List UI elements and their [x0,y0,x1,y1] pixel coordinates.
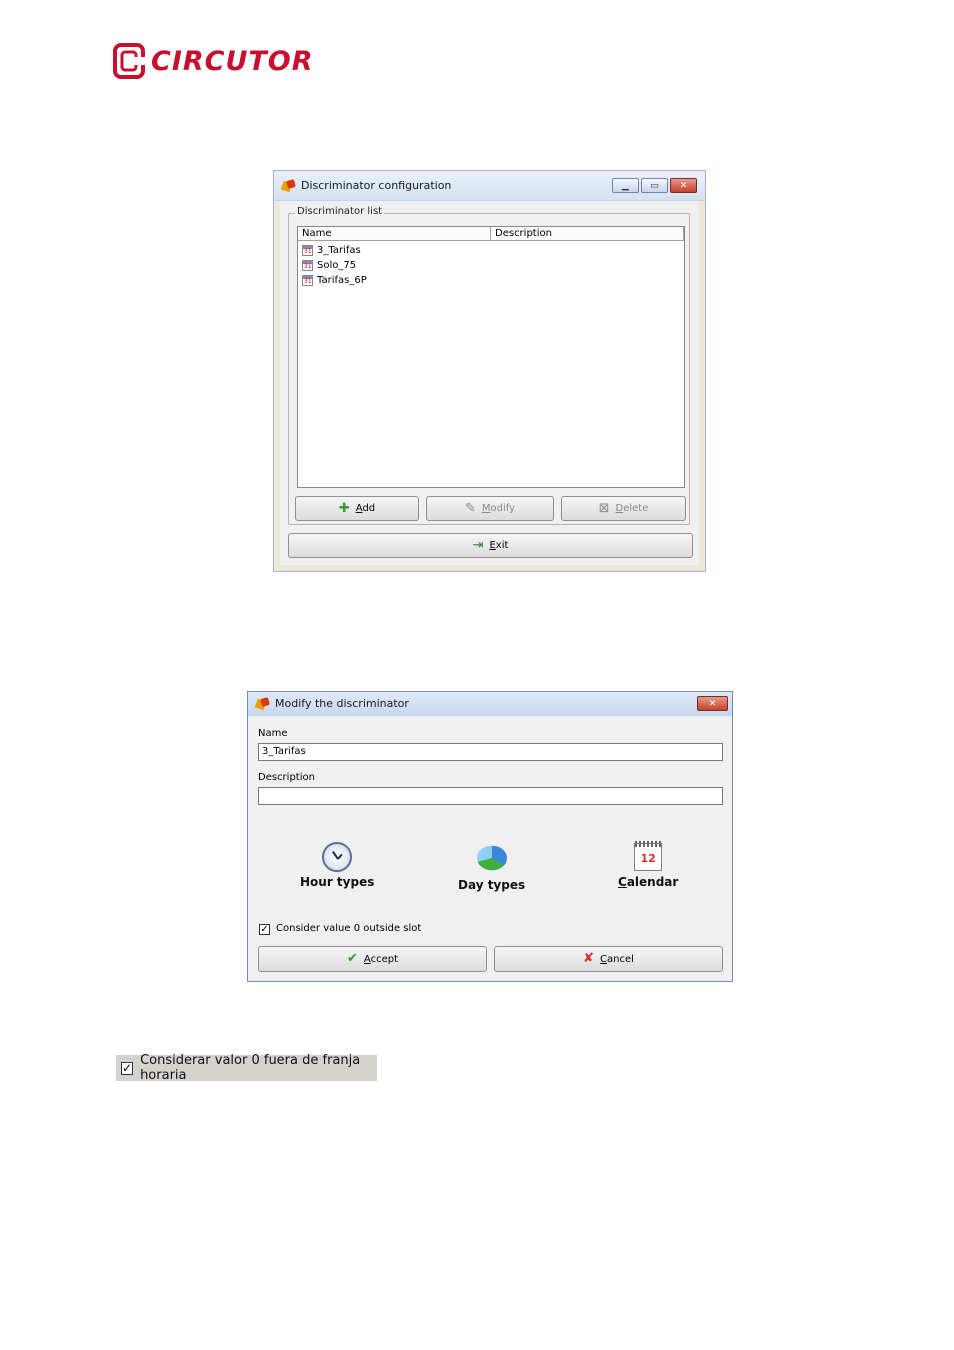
circutor-logo-icon [113,43,147,79]
modify-button[interactable]: ✎ Modify [426,496,554,521]
name-input[interactable]: 3_Tarifas [258,743,723,761]
day-types-button[interactable]: Day types [458,843,525,892]
plus-icon: ✚ [338,500,350,516]
accept-button[interactable]: ✔ Accept [258,946,487,972]
close-button[interactable]: ✕ [670,178,697,193]
name-label: Name [258,728,288,739]
item-name: 3_Tarifas [317,245,361,256]
window-client-area: Discriminator list Name Description 3_Ta… [280,201,699,565]
clock-icon [322,842,353,872]
add-button[interactable]: ✚ Add [295,496,419,521]
modify-discriminator-dialog: Modify the discriminator ✕ Name 3_Tarifa… [247,691,733,982]
dialog-title: Modify the discriminator [275,697,409,710]
list-item[interactable]: Solo_75 [298,258,684,273]
app-icon [256,698,270,710]
description-input[interactable] [258,787,723,805]
group-label: Discriminator list [295,206,385,217]
calendar-icon: 12 [634,841,663,871]
pencil-icon: ✎ [464,500,476,516]
title-bar: Discriminator configuration ▁ ▭ ✕ [274,171,705,201]
description-label: Description [258,772,315,783]
delete-icon: ⊠ [598,500,610,516]
cancel-button[interactable]: ✘ Cancel [494,946,723,972]
app-icon [282,180,296,192]
exit-icon: ⇥ [472,537,484,553]
list-item[interactable]: Tarifas_6P [298,273,684,288]
discriminator-list[interactable]: Name Description 3_Tarifas Solo_75 Tarif… [297,226,685,488]
consider-zero-checkbox[interactable]: ✓ [259,924,270,935]
snippet-label: Considerar valor 0 fuera de franja horar… [140,1053,361,1083]
list-item[interactable]: 3_Tarifas [298,243,684,258]
cross-icon: ✘ [583,951,594,966]
checkmark-icon: ✔ [347,951,358,966]
column-header-name[interactable]: Name [298,227,491,240]
consider-zero-snippet: ✓ Considerar valor 0 fuera de franja hor… [116,1053,377,1083]
close-button[interactable]: ✕ [697,696,728,711]
calendar-icon [302,245,313,256]
calendar-icon [302,260,313,271]
logo-text: CIRCUTOR [151,45,314,77]
consider-zero-label: Consider value 0 outside slot [276,923,422,934]
column-header-description[interactable]: Description [491,227,684,240]
calendar-icon [302,275,313,286]
snippet-checkbox[interactable]: ✓ [121,1061,134,1075]
minimize-button[interactable]: ▁ [612,178,639,193]
exit-button[interactable]: ⇥ Exit [288,533,693,558]
calendar-button[interactable]: 12 Calendar [618,841,678,889]
delete-button[interactable]: ⊠ Delete [561,496,686,521]
pie-chart-icon [476,845,507,871]
hour-types-button[interactable]: Hour types [300,842,374,889]
discriminator-configuration-window: Discriminator configuration ▁ ▭ ✕ Discri… [273,170,706,572]
title-bar: Modify the discriminator ✕ [248,692,732,716]
window-title: Discriminator configuration [301,179,452,192]
maximize-button[interactable]: ▭ [641,178,668,193]
circutor-logo: CIRCUTOR [113,42,314,80]
dialog-body: Name 3_Tarifas Description Hour types Da… [248,716,732,981]
item-name: Solo_75 [317,260,357,271]
item-name: Tarifas_6P [317,275,367,286]
list-header: Name Description [298,227,684,241]
discriminator-list-group: Discriminator list Name Description 3_Ta… [288,206,690,525]
